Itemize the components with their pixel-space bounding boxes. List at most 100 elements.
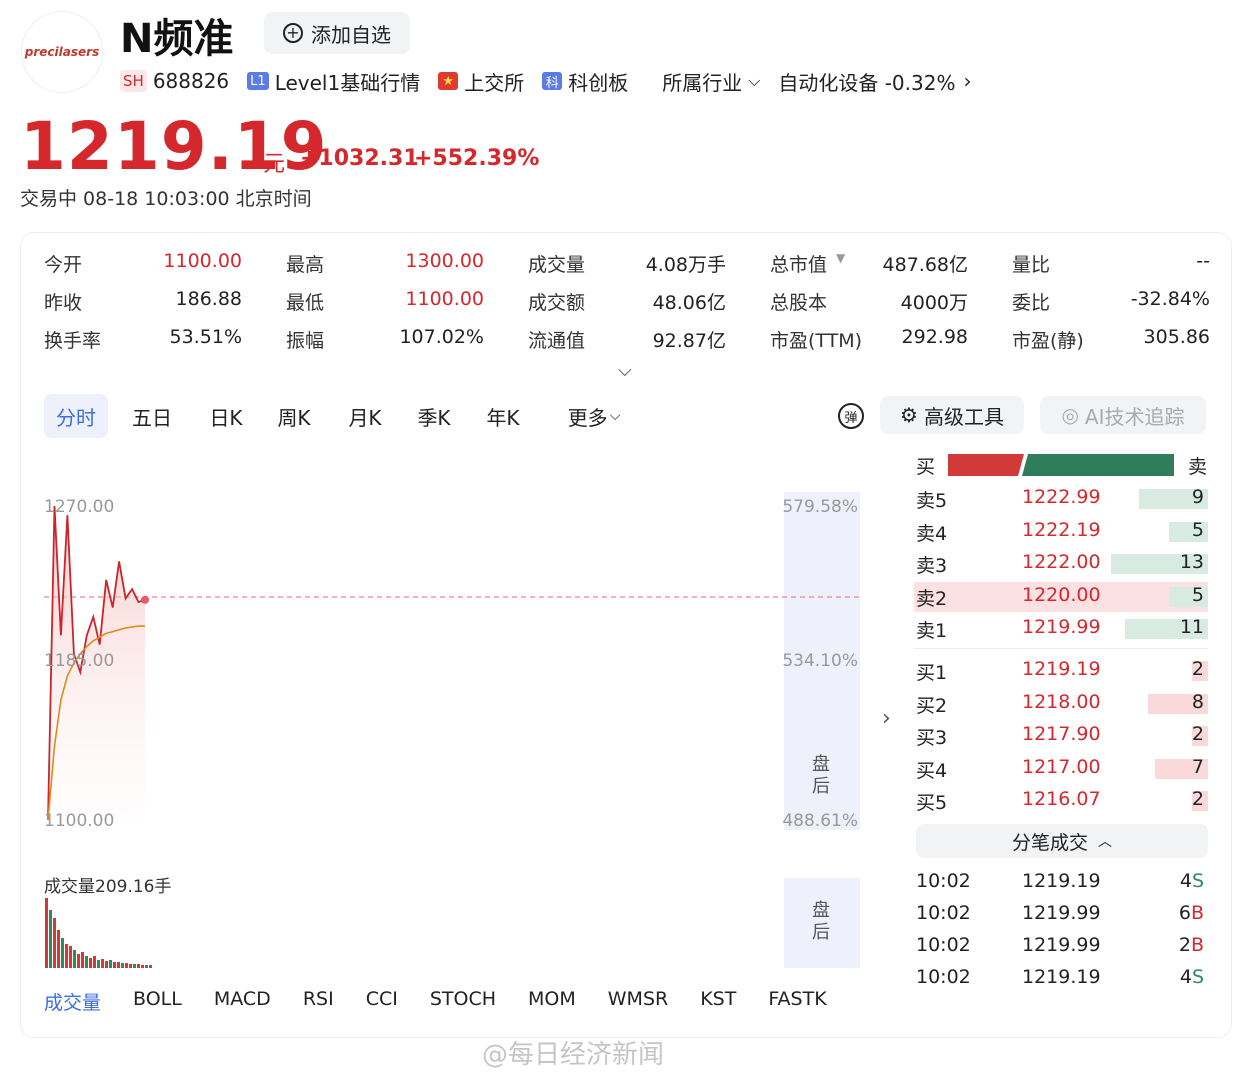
exchange-badge: SH	[120, 70, 147, 92]
indicator-rsi[interactable]: RSI	[303, 988, 334, 1015]
tab-monthly[interactable]: 月K	[332, 394, 398, 438]
last-price-dot	[141, 595, 149, 604]
sell-label: 卖	[1188, 456, 1208, 478]
bid-row[interactable]: 买3 1217.90 2	[914, 721, 1208, 751]
indicator-volume[interactable]: 成交量	[44, 988, 101, 1015]
stock-name: N频准	[120, 16, 234, 62]
volume-bar	[97, 960, 100, 968]
plus-icon: +	[283, 23, 303, 43]
level1-icon: L1	[247, 72, 269, 90]
tab-intraday[interactable]: 分时	[44, 394, 108, 438]
order-label: 买5	[916, 792, 948, 814]
add-watchlist-button[interactable]: + 添加自选	[264, 12, 410, 54]
order-label: 卖1	[916, 620, 948, 642]
stat-label: 总市值	[770, 254, 828, 276]
indicator-fastk[interactable]: FASTK	[768, 988, 826, 1015]
stat-label: 换手率	[44, 330, 102, 352]
order-price: 1218.00	[1022, 690, 1101, 713]
order-volume: 9	[1191, 486, 1204, 508]
stat-value: 107.02%	[399, 326, 484, 348]
industry-link[interactable]: 自动化设备 -0.32% ›	[778, 67, 971, 96]
price-unit: 元	[263, 152, 286, 177]
chevron-right-icon: ›	[963, 69, 972, 93]
tab-weekly[interactable]: 周K	[256, 394, 332, 438]
order-price: 1222.99	[1022, 486, 1101, 508]
order-price: 1222.19	[1022, 518, 1101, 541]
order-label: 买3	[916, 727, 948, 749]
stat-label: 昨收	[44, 292, 83, 314]
order-price: 1219.19	[1022, 658, 1101, 680]
y-axis-mid: 1185.00	[44, 651, 114, 671]
indicator-stoch[interactable]: STOCH	[430, 988, 496, 1015]
expand-chevron-icon[interactable]: ⌵	[618, 360, 632, 381]
indicator-wmsr[interactable]: WMSR	[608, 988, 668, 1015]
bid-row[interactable]: 买2 1218.00 8	[914, 689, 1208, 719]
board-text: 科创板	[568, 70, 629, 95]
bid-row[interactable]: 买5 1216.07 2	[914, 786, 1208, 816]
volume-bar	[69, 946, 72, 968]
stat-label: 最高	[286, 254, 325, 276]
order-volume: 5	[1191, 518, 1204, 541]
volume-bar	[125, 963, 128, 968]
stat-label: 市盈(静)	[1012, 330, 1084, 352]
stat-value: --	[1196, 250, 1210, 272]
intraday-chart[interactable]: 1270.00 1185.00 1100.00 579.58% 534.10% …	[40, 490, 870, 980]
tab-5day[interactable]: 五日	[108, 394, 196, 438]
volume-bar	[109, 960, 112, 968]
indicator-boll[interactable]: BOLL	[133, 988, 182, 1015]
stat-value: 1100.00	[405, 288, 484, 310]
y-axis-top: 1270.00	[44, 497, 114, 517]
volume-bar	[61, 938, 64, 968]
chevron-down-icon: ⌵	[748, 71, 761, 90]
order-price: 1220.00	[1022, 583, 1101, 606]
ask-row[interactable]: 卖4 1222.19 5	[914, 517, 1208, 547]
volume-label: 成交量209.16手	[44, 877, 171, 897]
tab-daily[interactable]: 日K	[196, 394, 256, 438]
buy-label: 买	[916, 456, 936, 478]
stat-label: 成交额	[528, 292, 586, 314]
volume-bar	[57, 930, 60, 968]
order-volume: 13	[1179, 551, 1204, 573]
board-icon: 科	[542, 72, 563, 91]
volume-bar	[77, 954, 80, 968]
tab-quarterly[interactable]: 季K	[398, 394, 470, 438]
industry-dropdown[interactable]: 所属行业 ⌵	[662, 67, 760, 96]
stat-value: 92.87亿	[652, 330, 726, 352]
chevron-right-icon[interactable]: ›	[882, 706, 891, 731]
ask-row[interactable]: 卖3 1222.00 13	[914, 549, 1208, 579]
volume-bar	[141, 965, 144, 968]
advanced-tools-button[interactable]: ⚙ 高级工具	[880, 396, 1024, 434]
indicator-cci[interactable]: CCI	[366, 988, 398, 1015]
order-label: 卖2	[916, 587, 948, 610]
pct-axis-mid: 534.10%	[782, 651, 858, 671]
volume-bars	[45, 898, 152, 968]
volume-bar	[45, 898, 48, 968]
tab-more[interactable]: 更多 ⌵	[536, 394, 652, 438]
indicator-kst[interactable]: KST	[700, 988, 736, 1015]
volume-bar	[85, 956, 88, 968]
ask-row[interactable]: 卖2 1220.00 5	[914, 581, 1208, 612]
trades-toggle[interactable]: 分笔成交 ︿	[916, 824, 1208, 858]
order-volume: 2	[1191, 723, 1204, 745]
order-label: 买1	[916, 662, 948, 684]
pct-axis-top: 579.58%	[782, 497, 858, 517]
stat-label: 最低	[286, 292, 325, 314]
ask-row[interactable]: 卖5 1222.99 9	[914, 484, 1208, 514]
ask-row[interactable]: 卖1 1219.99 11	[914, 614, 1208, 644]
stat-value: 53.51%	[169, 326, 242, 348]
order-label: 买2	[916, 694, 948, 717]
bid-row[interactable]: 买4 1217.00 7	[914, 754, 1208, 784]
ai-tracking-button[interactable]: ◎ AI技术追踪	[1040, 396, 1206, 434]
dropdown-icon[interactable]: ▼	[836, 251, 845, 265]
danmaku-icon[interactable]: 弹	[838, 403, 864, 429]
price-change-pct: +552.39%	[414, 146, 540, 171]
volume-bar	[73, 950, 76, 968]
indicator-mom[interactable]: MOM	[528, 988, 576, 1015]
volume-bar	[49, 910, 52, 968]
volume-bar	[113, 962, 116, 968]
tab-yearly[interactable]: 年K	[470, 394, 536, 438]
indicator-macd[interactable]: MACD	[214, 988, 271, 1015]
order-price: 1217.00	[1022, 755, 1101, 778]
volume-bar	[53, 918, 56, 968]
bid-row[interactable]: 买1 1219.19 2	[914, 656, 1208, 686]
